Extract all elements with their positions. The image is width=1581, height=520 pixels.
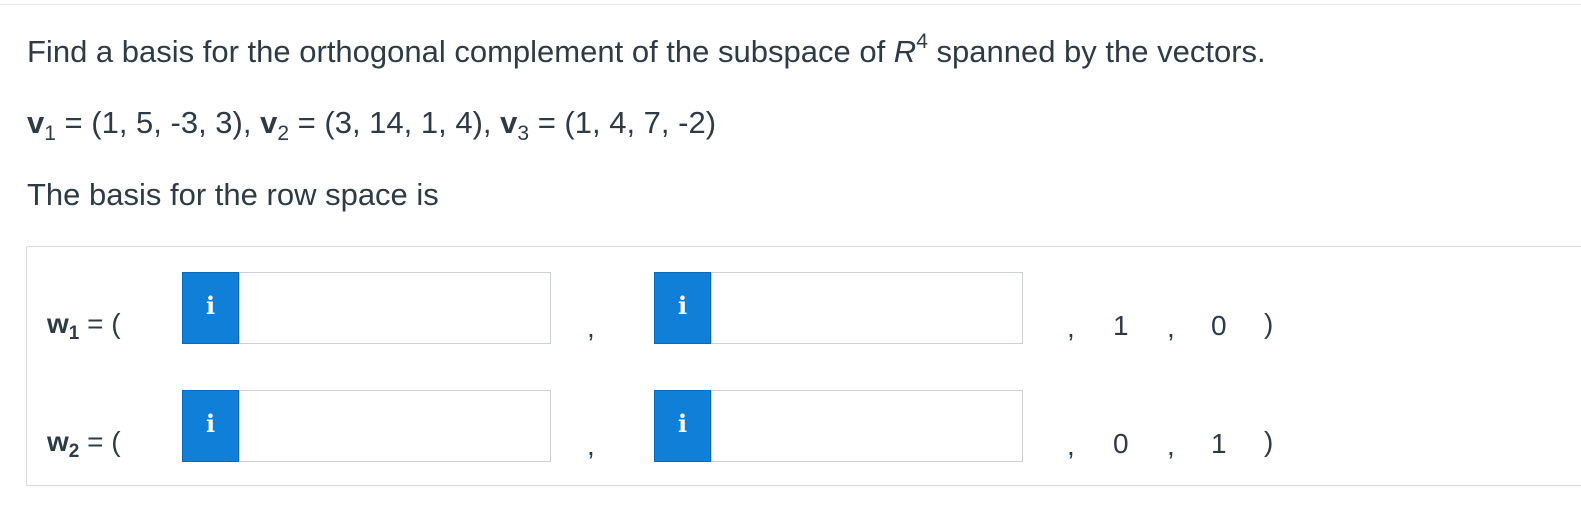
w1-label: w1 = ( <box>47 308 121 345</box>
vector-value: = (3, 14, 1, 4), <box>289 105 501 140</box>
info-icon[interactable]: i <box>654 390 711 462</box>
w2-index: 2 <box>68 441 80 462</box>
w1-component3-value: 1 <box>1113 310 1129 341</box>
w2-component2-input[interactable] <box>711 390 1023 462</box>
w2-component1-input[interactable] <box>239 390 551 462</box>
vector-name: v <box>260 105 278 140</box>
space-exponent: 4 <box>916 30 928 53</box>
w2-open-paren: = ( <box>79 426 121 457</box>
vector-index: 3 <box>517 122 530 145</box>
answer-row-w2: w2 = ( i , i , 0 , 1 ) <box>27 390 1581 464</box>
comma: , <box>1067 312 1075 343</box>
prompt-text-after: spanned by the vectors. <box>927 34 1266 69</box>
comma: , <box>587 430 595 461</box>
w1-index: 1 <box>68 323 80 344</box>
question-prompt: Find a basis for the orthogonal compleme… <box>27 30 1266 70</box>
info-icon[interactable]: i <box>182 390 239 462</box>
vector-name: v <box>27 105 45 140</box>
vector-index: 2 <box>277 122 290 145</box>
vector-index: 1 <box>44 122 56 145</box>
comma: , <box>1167 312 1175 343</box>
top-divider <box>0 4 1581 5</box>
w1-component4-value: 0 <box>1211 310 1227 341</box>
vector-value: = (1, 4, 7, -2) <box>529 105 717 140</box>
vector-name: v <box>500 105 518 140</box>
w1-close-paren: ) <box>1264 308 1274 339</box>
row-space-prompt: The basis for the row space is <box>27 177 439 212</box>
space-symbol: R <box>893 34 917 69</box>
answer-box: w1 = ( i , i , 1 , 0 ) w2 = ( i , i , 0 … <box>26 246 1581 486</box>
w2-close-paren: ) <box>1264 426 1274 457</box>
prompt-text-before: Find a basis for the orthogonal compleme… <box>27 34 894 69</box>
w2-label: w2 = ( <box>47 426 121 463</box>
answer-row-w1: w1 = ( i , i , 1 , 0 ) <box>27 272 1581 346</box>
info-icon[interactable]: i <box>182 272 239 344</box>
w1-component2-input[interactable] <box>711 272 1023 344</box>
comma: , <box>1167 430 1175 461</box>
w1-open-paren: = ( <box>79 308 121 339</box>
comma: , <box>1067 430 1075 461</box>
vector-list: v1 = (1, 5, -3, 3), v2 = (3, 14, 1, 4), … <box>27 105 716 146</box>
w1-name: w <box>47 308 69 339</box>
w2-name: w <box>47 426 69 457</box>
w2-component3-value: 0 <box>1113 428 1129 459</box>
vector-value: = (1, 5, -3, 3), <box>55 105 261 140</box>
w2-component4-value: 1 <box>1211 428 1227 459</box>
comma: , <box>587 312 595 343</box>
w1-component1-input[interactable] <box>239 272 551 344</box>
info-icon[interactable]: i <box>654 272 711 344</box>
